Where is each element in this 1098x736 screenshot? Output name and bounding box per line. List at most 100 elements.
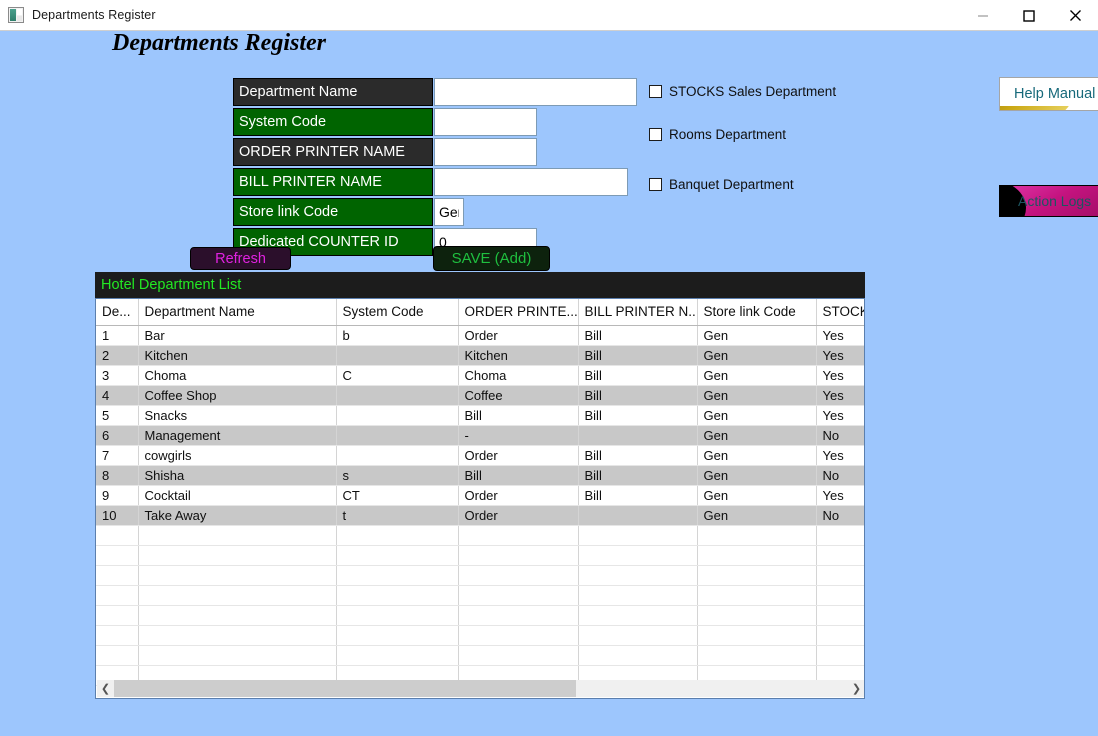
column-header-stock[interactable]: STOCK [816,299,864,326]
chevron-left-icon[interactable]: ❮ [97,680,114,697]
table-cell[interactable]: Bill [578,385,698,406]
table-cell[interactable] [336,385,459,406]
table-row-empty[interactable] [96,585,864,606]
table-row-empty[interactable] [96,525,864,546]
checkbox-row-rooms-department[interactable]: Rooms Department [649,127,786,142]
scrollbar-thumb[interactable] [114,680,577,697]
table-cell-empty[interactable] [96,605,139,626]
table-cell-empty[interactable] [578,525,698,546]
table-cell-empty[interactable] [697,625,817,646]
table-cell[interactable]: Shisha [138,465,337,486]
input-bill-printer-name[interactable] [434,168,628,196]
table-cell-empty[interactable] [336,525,459,546]
table-cell[interactable]: s [336,465,459,486]
table-cell[interactable]: Kitchen [458,345,579,366]
table-row[interactable]: 6 Management - Gen No [96,425,864,446]
table-cell[interactable]: Bill [578,345,698,366]
checkbox-banquet-department[interactable] [649,178,662,191]
table-cell[interactable] [336,345,459,366]
table-cell[interactable]: Order [458,445,579,466]
table-cell[interactable]: - [458,425,579,446]
table-cell-empty[interactable] [816,585,864,606]
table-cell[interactable]: Choma [138,365,337,386]
table-cell[interactable]: Gen [697,405,817,426]
table-cell[interactable]: Gen [697,345,817,366]
table-cell-empty[interactable] [578,565,698,586]
table-cell[interactable]: t [336,505,459,526]
table-cell-empty[interactable] [138,545,337,566]
table-cell[interactable]: 2 [96,345,139,366]
table-row[interactable]: 7 cowgirls Order Bill Gen Yes [96,445,864,466]
table-cell-empty[interactable] [336,585,459,606]
table-cell[interactable] [336,445,459,466]
table-cell-empty[interactable] [697,585,817,606]
table-cell-empty[interactable] [697,605,817,626]
table-cell[interactable] [578,505,698,526]
table-cell[interactable]: 10 [96,505,139,526]
column-header-system-code[interactable]: System Code [336,299,459,326]
table-row-empty[interactable] [96,565,864,586]
table-cell[interactable]: 9 [96,485,139,506]
action-logs-button[interactable]: Action Logs [999,185,1098,217]
table-cell[interactable]: Management [138,425,337,446]
table-cell-empty[interactable] [336,545,459,566]
table-cell[interactable]: Choma [458,365,579,386]
table-row-empty[interactable] [96,545,864,566]
table-cell-empty[interactable] [816,545,864,566]
table-cell[interactable]: Bill [578,325,698,346]
table-cell-empty[interactable] [96,525,139,546]
table-cell-empty[interactable] [336,565,459,586]
table-cell[interactable] [336,405,459,426]
table-cell-empty[interactable] [458,585,579,606]
table-cell-empty[interactable] [458,525,579,546]
table-cell[interactable]: Coffee Shop [138,385,337,406]
table-cell[interactable]: No [816,425,864,446]
column-header-store-link-code[interactable]: Store link Code [697,299,817,326]
table-cell[interactable]: 6 [96,425,139,446]
table-row[interactable]: 8 Shisha s Bill Bill Gen No [96,465,864,486]
table-cell[interactable]: Bill [578,465,698,486]
table-cell[interactable]: C [336,365,459,386]
table-cell-empty[interactable] [336,605,459,626]
table-cell[interactable]: No [816,505,864,526]
table-cell[interactable]: Cocktail [138,485,337,506]
table-cell-empty[interactable] [816,645,864,666]
table-row[interactable]: 5 Snacks Bill Bill Gen Yes [96,405,864,426]
help-manual-button[interactable]: Help Manual [999,77,1098,111]
table-cell-empty[interactable] [697,525,817,546]
table-cell[interactable]: Gen [697,325,817,346]
table-cell-empty[interactable] [697,645,817,666]
table-cell[interactable]: CT [336,485,459,506]
table-cell[interactable]: Coffee [458,385,579,406]
table-row[interactable]: 2 Kitchen Kitchen Bill Gen Yes [96,345,864,366]
table-cell-empty[interactable] [138,525,337,546]
table-cell[interactable]: Gen [697,425,817,446]
column-header-department-name[interactable]: Department Name [138,299,337,326]
table-cell[interactable]: Bill [458,465,579,486]
checkbox-row-banquet-department[interactable]: Banquet Department [649,177,794,192]
table-row[interactable]: 1 Bar b Order Bill Gen Yes [96,325,864,346]
table-row[interactable]: 10 Take Away t Order Gen No [96,505,864,526]
table-cell-empty[interactable] [138,585,337,606]
table-cell-empty[interactable] [816,525,864,546]
chevron-right-icon[interactable]: ❯ [848,680,864,697]
table-cell[interactable]: Order [458,505,579,526]
checkbox-stocks-sales-department[interactable] [649,85,662,98]
column-header-bill-printer[interactable]: BILL PRINTER N... [578,299,698,326]
save-add-button[interactable]: SAVE (Add) [433,246,550,271]
table-cell[interactable]: Bill [578,485,698,506]
table-cell[interactable]: Kitchen [138,345,337,366]
table-cell[interactable]: Gen [697,465,817,486]
table-row[interactable]: 9 Cocktail CT Order Bill Gen Yes [96,485,864,506]
table-cell-empty[interactable] [458,565,579,586]
input-store-link-code[interactable] [434,198,464,226]
table-cell[interactable]: Yes [816,485,864,506]
table-cell[interactable]: Bar [138,325,337,346]
table-cell[interactable]: Take Away [138,505,337,526]
table-cell-empty[interactable] [96,585,139,606]
table-cell-empty[interactable] [336,645,459,666]
table-cell-empty[interactable] [458,545,579,566]
input-department-name[interactable] [434,78,637,106]
column-header-department-id[interactable]: De... [96,299,139,326]
table-cell[interactable] [578,425,698,446]
